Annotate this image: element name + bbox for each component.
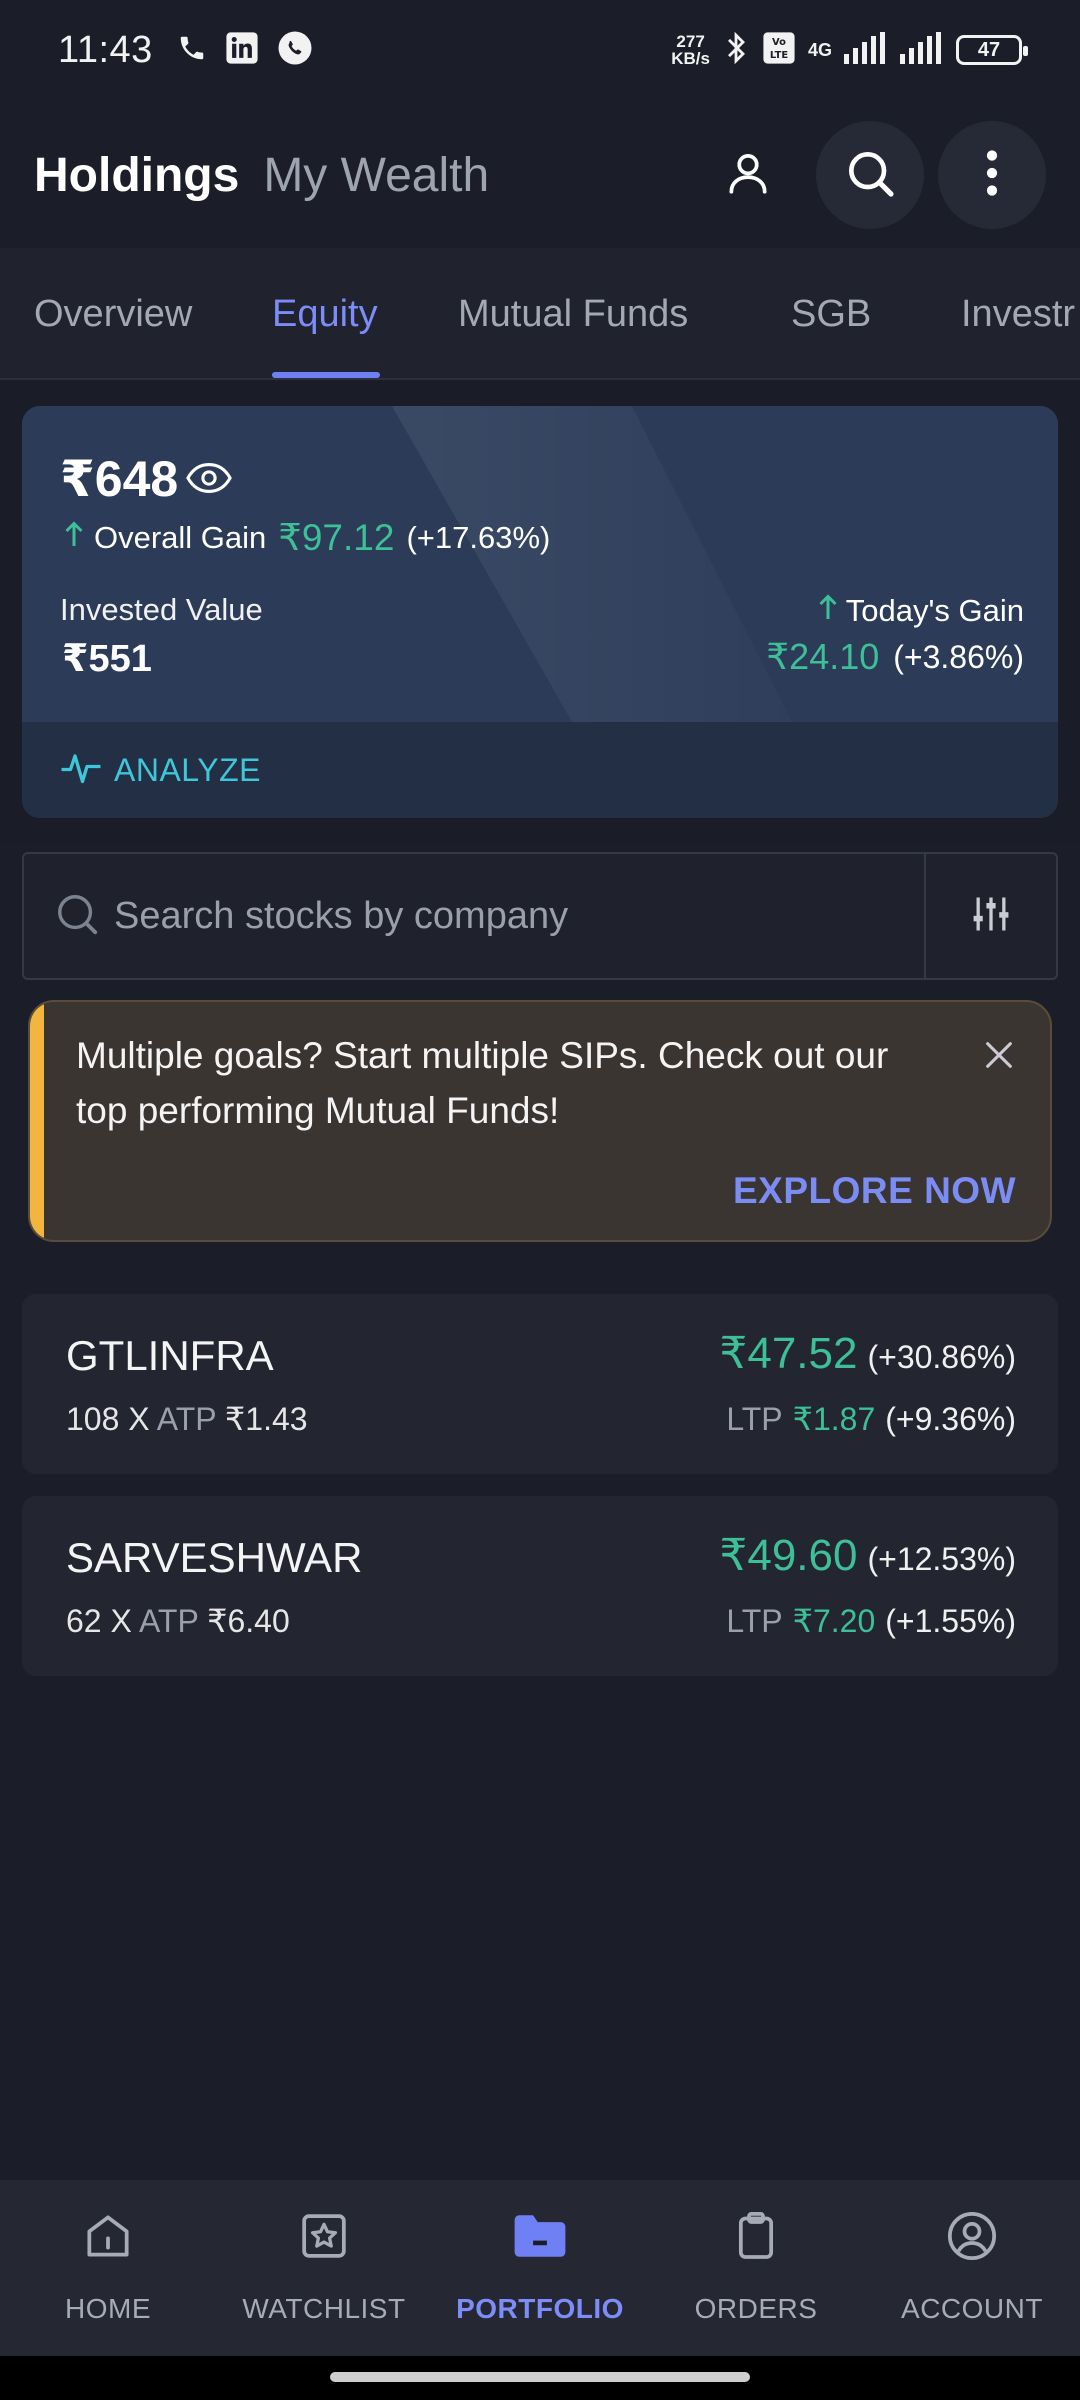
account-circle-icon: [944, 2208, 1000, 2269]
stock-search-bar: Search stocks by company: [22, 852, 1058, 980]
status-bar: 11:43 277 KB/s Vo LTE 4G 47: [0, 0, 1080, 100]
folder-icon: [510, 2208, 570, 2269]
eye-icon[interactable]: [186, 462, 232, 499]
nav-orders[interactable]: ORDERS: [648, 2180, 864, 2356]
current-value: ₹648: [60, 451, 179, 507]
arrow-up-icon: [814, 592, 842, 630]
holding-ltp: LTP ₹1.87 (+9.36%): [726, 1401, 1016, 1437]
more-options-button[interactable]: [938, 121, 1046, 229]
todays-gain-label: Today's Gain: [845, 593, 1024, 628]
filter-button[interactable]: [924, 854, 1056, 978]
nav-home-label: HOME: [65, 2293, 151, 2324]
todays-gain-row: ₹24.10 (+3.86%): [766, 636, 1024, 678]
summary-card-body: ₹648 Overall Gain ₹97.12 (+17.63%) Inves…: [22, 406, 1058, 722]
more-vert-icon: [972, 145, 1012, 206]
overall-gain-row: Overall Gain ₹97.12 (+17.63%): [60, 516, 550, 559]
analyze-button[interactable]: ANALYZE: [22, 722, 1058, 818]
tab-mutual-funds[interactable]: Mutual Funds: [458, 248, 688, 378]
nav-home[interactable]: HOME: [0, 2180, 216, 2356]
holding-qty-atp: 62 X ATP ₹6.40: [66, 1603, 290, 1639]
holdings-tabs: Overview Equity Mutual Funds SGB Investr: [0, 248, 1080, 380]
status-time: 11:43: [58, 28, 153, 71]
holding-value: ₹47.52 (+30.86%): [719, 1329, 1016, 1378]
holding-row[interactable]: GTLINFRA 108 X ATP ₹1.43 ₹47.52 (+30.86%…: [22, 1294, 1058, 1474]
svg-text:LTE: LTE: [770, 49, 788, 60]
linkedin-icon: [225, 31, 259, 70]
search-button[interactable]: [816, 121, 924, 229]
holding-ltp: LTP ₹7.20 (+1.55%): [726, 1603, 1016, 1639]
holding-symbol: GTLINFRA: [66, 1332, 274, 1379]
tab-sgb[interactable]: SGB: [791, 248, 871, 378]
clipboard-icon: [728, 2208, 784, 2269]
volte-icon: Vo LTE: [762, 31, 796, 70]
arrow-up-icon: [60, 519, 88, 557]
banner-accent-stripe: [30, 1002, 44, 1240]
close-icon[interactable]: [982, 1038, 1016, 1077]
nav-portfolio-label: PORTFOLIO: [456, 2293, 624, 2324]
signal-icon-2: [900, 31, 944, 69]
promo-banner: Multiple goals? Start multiple SIPs. Che…: [28, 1000, 1052, 1242]
active-tab-indicator: [272, 372, 380, 378]
summary-section: ₹648 Overall Gain ₹97.12 (+17.63%) Inves…: [0, 380, 1080, 842]
holding-row[interactable]: SARVESHWAR 62 X ATP ₹6.40 ₹49.60 (+12.53…: [22, 1496, 1058, 1676]
my-wealth-link[interactable]: My Wealth: [263, 148, 489, 203]
nav-watchlist-label: WATCHLIST: [242, 2293, 406, 2324]
invested-value-label: Invested Value: [60, 592, 263, 627]
nav-account-label: ACCOUNT: [901, 2293, 1043, 2324]
tab-equity[interactable]: Equity: [272, 248, 378, 378]
app-header: Holdings My Wealth: [0, 110, 1080, 240]
watchlist-star-icon: [296, 2208, 352, 2269]
holding-qty-atp: 108 X ATP ₹1.43: [66, 1401, 308, 1437]
nav-watchlist[interactable]: WATCHLIST: [216, 2180, 432, 2356]
todays-gain-pct: (+3.86%): [893, 638, 1024, 675]
holding-symbol: SARVESHWAR: [66, 1534, 363, 1581]
search-icon: [842, 145, 898, 206]
bluetooth-icon: [722, 30, 750, 71]
network-speed: 277 KB/s: [671, 32, 710, 68]
bottom-navigation: HOME WATCHLIST PORTFOLIO ORDERS ACCOUNT: [0, 2180, 1080, 2356]
overall-gain-pct: (+17.63%): [406, 519, 551, 555]
phone-icon: [177, 33, 207, 68]
nav-portfolio[interactable]: PORTFOLIO: [432, 2180, 648, 2356]
search-icon: [54, 891, 100, 942]
profile-icon: [723, 148, 773, 203]
network-type: 4G: [807, 39, 832, 60]
sliders-icon: [969, 892, 1013, 941]
tab-overview[interactable]: Overview: [34, 248, 192, 378]
portfolio-summary-card: ₹648 Overall Gain ₹97.12 (+17.63%) Inves…: [22, 406, 1058, 818]
battery-icon: 47: [956, 35, 1028, 65]
nav-account[interactable]: ACCOUNT: [864, 2180, 1080, 2356]
overall-gain-value: ₹97.12: [278, 517, 395, 558]
home-indicator[interactable]: [330, 2372, 750, 2382]
svg-text:Vo: Vo: [772, 37, 786, 48]
explore-now-button[interactable]: EXPLORE NOW: [733, 1170, 1016, 1212]
todays-gain-label-row: Today's Gain: [814, 592, 1024, 630]
banner-text: Multiple goals? Start multiple SIPs. Che…: [76, 1035, 889, 1131]
analyze-label: ANALYZE: [114, 751, 261, 788]
holding-value: ₹49.60 (+12.53%): [719, 1531, 1016, 1580]
pulse-icon: [60, 751, 102, 790]
home-icon: [80, 2208, 136, 2269]
overall-gain-label: Overall Gain: [94, 519, 267, 555]
whatsapp-icon: [277, 30, 313, 71]
nav-orders-label: ORDERS: [694, 2293, 818, 2324]
invested-value: ₹551: [62, 638, 152, 680]
todays-gain-value: ₹24.10: [766, 636, 880, 677]
page-title: Holdings: [34, 148, 240, 202]
gesture-bar: [0, 2356, 1080, 2400]
search-input[interactable]: Search stocks by company: [114, 895, 568, 938]
tab-investments[interactable]: Investr: [961, 248, 1075, 378]
profile-button[interactable]: [694, 121, 802, 229]
signal-icon: [844, 31, 888, 69]
